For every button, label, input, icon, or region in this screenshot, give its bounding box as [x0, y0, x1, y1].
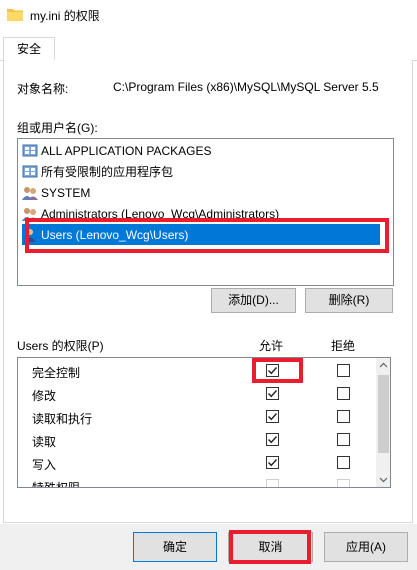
users-group-icon	[22, 185, 38, 201]
list-item-users[interactable]: Users (Lenovo_Wcg\Users)	[22, 224, 380, 245]
cancel-button[interactable]: 取消	[228, 532, 313, 562]
allow-checkbox[interactable]	[266, 456, 279, 469]
user-icon	[22, 227, 38, 243]
permission-row: 读取	[18, 428, 374, 451]
permission-name: 读取	[32, 435, 57, 449]
deny-checkbox[interactable]	[337, 364, 350, 377]
user-list-item-label: 所有受限制的应用程序包	[41, 165, 174, 179]
permission-row: 完全控制	[18, 359, 374, 382]
allow-checkbox[interactable]	[266, 479, 279, 487]
allow-column-header: 允许	[259, 339, 284, 353]
package-group-icon	[22, 143, 38, 159]
permission-row: 读取和执行	[18, 405, 374, 428]
ok-button[interactable]: 确定	[133, 532, 217, 562]
allow-checkbox[interactable]	[266, 364, 279, 377]
permission-row: 写入	[18, 451, 374, 474]
remove-button[interactable]: 删除(R)	[305, 288, 393, 313]
group-user-label: 组或用户名(G):	[17, 121, 98, 135]
user-list-item-label: ALL APPLICATION PACKAGES	[41, 143, 212, 158]
permission-row: 修改	[18, 382, 374, 405]
list-item-system[interactable]: SYSTEM	[22, 182, 380, 203]
permissions-label: Users 的权限(P)	[17, 339, 104, 353]
user-list-item-label: Administrators (Lenovo_Wcg\Administrator…	[41, 206, 280, 221]
apply-button[interactable]: 应用(A)	[324, 532, 408, 562]
permission-name: 完全控制	[32, 366, 81, 380]
permission-row: 特殊权限	[18, 474, 374, 488]
allow-checkbox[interactable]	[266, 387, 279, 400]
folder-icon	[7, 8, 23, 21]
permissions-list: 特殊权限 写入 读取 读取和执行 修改 完全控制	[17, 357, 391, 488]
scrollbar-thumb[interactable]	[378, 375, 389, 453]
deny-checkbox[interactable]	[337, 456, 350, 469]
permission-name: 特殊权限	[32, 481, 81, 488]
allow-checkbox[interactable]	[266, 433, 279, 446]
user-list-item-label: Users (Lenovo_Wcg\Users)	[41, 227, 189, 242]
user-list-item-label: SYSTEM	[41, 185, 91, 200]
deny-checkbox[interactable]	[337, 479, 350, 487]
allow-checkbox[interactable]	[266, 410, 279, 423]
scroll-up-icon[interactable]	[376, 358, 390, 373]
list-item-administrators[interactable]: Administrators (Lenovo_Wcg\Administrator…	[22, 203, 380, 224]
scroll-down-icon[interactable]	[376, 472, 390, 487]
window-title: my.ini 的权限	[30, 9, 100, 23]
deny-checkbox[interactable]	[337, 410, 350, 423]
permission-name: 读取和执行	[32, 412, 93, 426]
users-group-icon	[22, 206, 38, 222]
deny-checkbox[interactable]	[337, 433, 350, 446]
tab-security[interactable]: 安全	[3, 37, 55, 61]
object-name-label: 对象名称:	[17, 82, 69, 96]
title-bar: my.ini 的权限	[0, 0, 417, 30]
permissions-scrollbar[interactable]	[376, 358, 390, 487]
list-item-restricted-packages[interactable]: 所有受限制的应用程序包	[22, 161, 380, 182]
user-list[interactable]: ALL APPLICATION PACKAGES 所有受限制的应用程序包 SYS…	[17, 138, 394, 286]
package-group-icon	[22, 164, 38, 180]
permission-name: 修改	[32, 389, 57, 403]
deny-checkbox[interactable]	[337, 387, 350, 400]
permission-name: 写入	[32, 458, 57, 472]
add-button[interactable]: 添加(D)...	[211, 288, 296, 313]
deny-column-header: 拒绝	[331, 339, 356, 353]
object-name-value: C:\Program Files (x86)\MySQL\MySQL Serve…	[113, 80, 379, 94]
list-item-all-application-packages[interactable]: ALL APPLICATION PACKAGES	[22, 140, 380, 161]
